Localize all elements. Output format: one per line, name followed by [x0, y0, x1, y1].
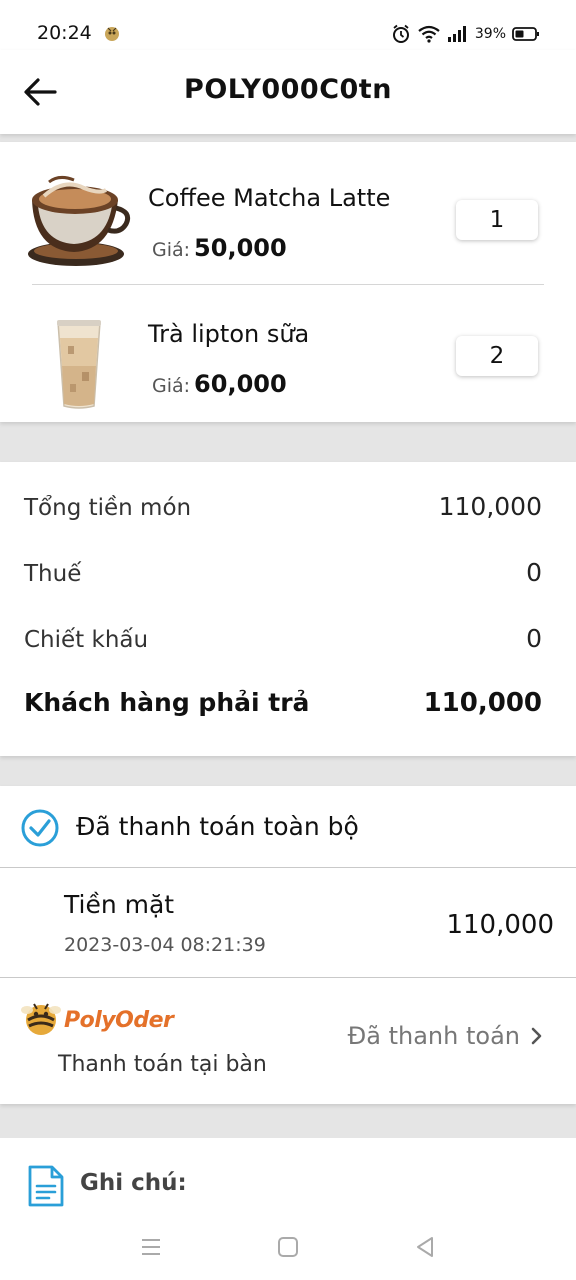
menu-icon [142, 1239, 160, 1255]
payment-timestamp: 2023-03-04 08:21:39 [64, 934, 266, 956]
item-name: Trà lipton sữa [148, 320, 310, 348]
tax-value: 0 [526, 558, 542, 587]
discount-value: 0 [526, 624, 542, 653]
subtotal-row: Tổng tiền món 110,000 [24, 492, 542, 521]
quantity-field[interactable]: 2 [456, 336, 538, 376]
home-button[interactable] [273, 1232, 303, 1262]
check-circle-icon [21, 809, 59, 847]
polyoder-logo-icon [21, 1003, 61, 1035]
total-value: 110,000 [423, 688, 542, 718]
app-header: POLY000C0tn [0, 50, 576, 134]
order-items-card: Coffee Matcha Latte Giá: 50,000 1 Trà lip… [0, 142, 576, 422]
note-label: Ghi chú: [80, 1170, 187, 1196]
payment-card: Đã thanh toán toàn bộ Tiền mặt 2023-03-0… [0, 786, 576, 1104]
home-square-icon [278, 1237, 298, 1257]
discount-row: Chiết khấu 0 [24, 624, 542, 653]
pay-status-text: Đã thanh toán [347, 1022, 520, 1050]
payment-amount: 110,000 [446, 910, 554, 940]
brand-name: PolyOder [64, 1008, 174, 1033]
order-summary-card: Tổng tiền món 110,000 Thuế 0 Chiết khấu … [0, 462, 576, 756]
tax-label: Thuế [24, 561, 82, 587]
system-nav-bar [0, 1214, 576, 1280]
pay-location-text: Thanh toán tại bàn [58, 1052, 267, 1077]
payment-method-label: Tiền mặt [64, 890, 175, 919]
back-nav-button[interactable] [410, 1232, 440, 1262]
triangle-back-icon [417, 1237, 433, 1257]
divider [32, 284, 544, 285]
document-icon [28, 1165, 64, 1207]
quantity-field[interactable]: 1 [456, 200, 538, 240]
status-time: 20:24 [37, 22, 92, 44]
battery-icon [512, 27, 539, 41]
discount-label: Chiết khấu [24, 627, 149, 653]
chevron-right-icon [531, 1027, 542, 1045]
pay-status-link[interactable]: Đã thanh toán [348, 1022, 544, 1050]
tax-row: Thuế 0 [24, 558, 542, 587]
coffee-cup-image [28, 175, 131, 266]
battery-percent: 39% [474, 26, 506, 42]
item-name: Coffee Matcha Latte [148, 184, 391, 212]
total-label: Khách hàng phải trả [24, 688, 310, 717]
milk-tea-cup-image [57, 320, 101, 409]
payment-status-row: Đã thanh toán toàn bộ [0, 786, 576, 868]
subtotal-value: 110,000 [438, 492, 542, 521]
alarm-icon [392, 24, 409, 43]
menu-button[interactable] [136, 1232, 166, 1262]
signal-icon [447, 26, 466, 42]
item-price: Giá: 50,000 [152, 234, 287, 262]
wifi-icon [418, 25, 440, 43]
subtotal-label: Tổng tiền món [24, 495, 192, 521]
item-price: Giá: 60,000 [152, 370, 287, 398]
payment-status-text: Đã thanh toán toàn bộ [76, 812, 359, 841]
app-notification-icon [105, 27, 119, 41]
total-row: Khách hàng phải trả 110,000 [24, 688, 542, 718]
status-icons: 39% [391, 22, 540, 46]
page-title: POLY000C0tn [184, 74, 392, 105]
